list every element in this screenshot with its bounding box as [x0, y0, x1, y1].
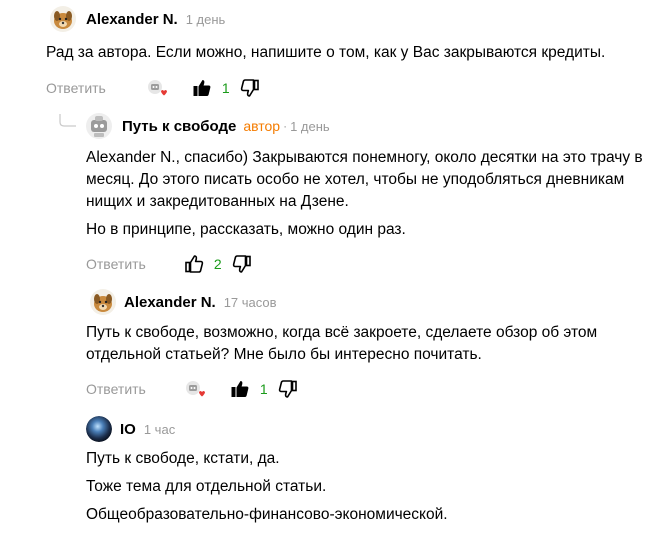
comment-header: Alexander N. 17 часов [90, 287, 646, 317]
comment-body: Alexander N., спасибо) Закрываются понем… [86, 147, 646, 241]
reply-button[interactable]: Ответить [86, 381, 146, 397]
comment-text: Путь к свободе, возможно, когда всё закр… [86, 324, 598, 363]
like-count: 1 [221, 80, 230, 96]
comment-header: Alexander N. 1 день [50, 4, 640, 34]
comment-time: 1 час [143, 421, 176, 437]
thumbs-up-icon[interactable] [230, 379, 250, 399]
thumbs-up-icon[interactable] [192, 78, 212, 98]
thread-connector [59, 114, 76, 127]
reactors-avatar-icon[interactable] [184, 379, 206, 399]
reply-button[interactable]: Ответить [86, 256, 146, 272]
dog-avatar-icon[interactable] [90, 289, 116, 315]
author-badge: автор [243, 118, 281, 134]
reply-button[interactable]: Ответить [46, 80, 106, 96]
thumbs-down-icon[interactable] [278, 379, 298, 399]
comment-body: Путь к свободе, возможно, когда всё закр… [86, 322, 646, 366]
comment: IO 1 час Путь к свободе, кстати, да. Тож… [86, 414, 646, 526]
robot-avatar-icon[interactable] [86, 113, 112, 139]
like-count: 1 [259, 381, 268, 397]
comment-time: 1 день [290, 118, 330, 134]
comment-body: Путь к свободе, кстати, да. Тоже тема дл… [86, 448, 646, 526]
comment-time: 1 день [185, 11, 226, 27]
comment-author[interactable]: Alexander N. [124, 294, 216, 311]
comment-header: Путь к свободе автор · 1 день [86, 111, 646, 141]
comment-text: Тоже тема для отдельной статьи. [86, 478, 327, 495]
sphere-avatar-icon[interactable] [86, 416, 112, 442]
comment-actions: Ответить 2 [86, 252, 252, 276]
comment: Путь к свободе автор · 1 день Alexander … [86, 111, 646, 241]
comment: Alexander N. 17 часов Путь к свободе, во… [86, 287, 646, 366]
comment-body: Рад за автора. Если можно, напишите о то… [46, 42, 640, 64]
comment: Alexander N. 1 день Рад за автора. Если … [46, 4, 640, 64]
thumbs-down-icon[interactable] [232, 254, 252, 274]
comment-author[interactable]: Alexander N. [86, 11, 178, 28]
comment-author[interactable]: IO [120, 421, 136, 438]
comment-text: Alexander N., спасибо) Закрываются понем… [86, 149, 643, 210]
comment-actions: Ответить 1 [46, 76, 260, 100]
comment-text: Рад за автора. Если можно, напишите о то… [46, 44, 606, 61]
comment-text: Общеобразовательно-финансово-экономическ… [86, 506, 448, 523]
comment-text: Но в принципе, рассказать, можно один ра… [86, 221, 406, 238]
comment-actions: Ответить 1 [86, 377, 298, 401]
comment-time: 17 часов [223, 294, 277, 310]
comment-author[interactable]: Путь к свободе [122, 118, 236, 135]
comment-header: IO 1 час [86, 414, 646, 444]
thumbs-up-icon[interactable] [184, 254, 204, 274]
thumbs-down-icon[interactable] [240, 78, 260, 98]
dog-avatar-icon[interactable] [50, 6, 76, 32]
separator-dot: · [283, 119, 288, 133]
like-count: 2 [213, 256, 222, 272]
comment-text: Путь к свободе, кстати, да. [86, 450, 280, 467]
reactors-avatar-icon[interactable] [146, 78, 168, 98]
